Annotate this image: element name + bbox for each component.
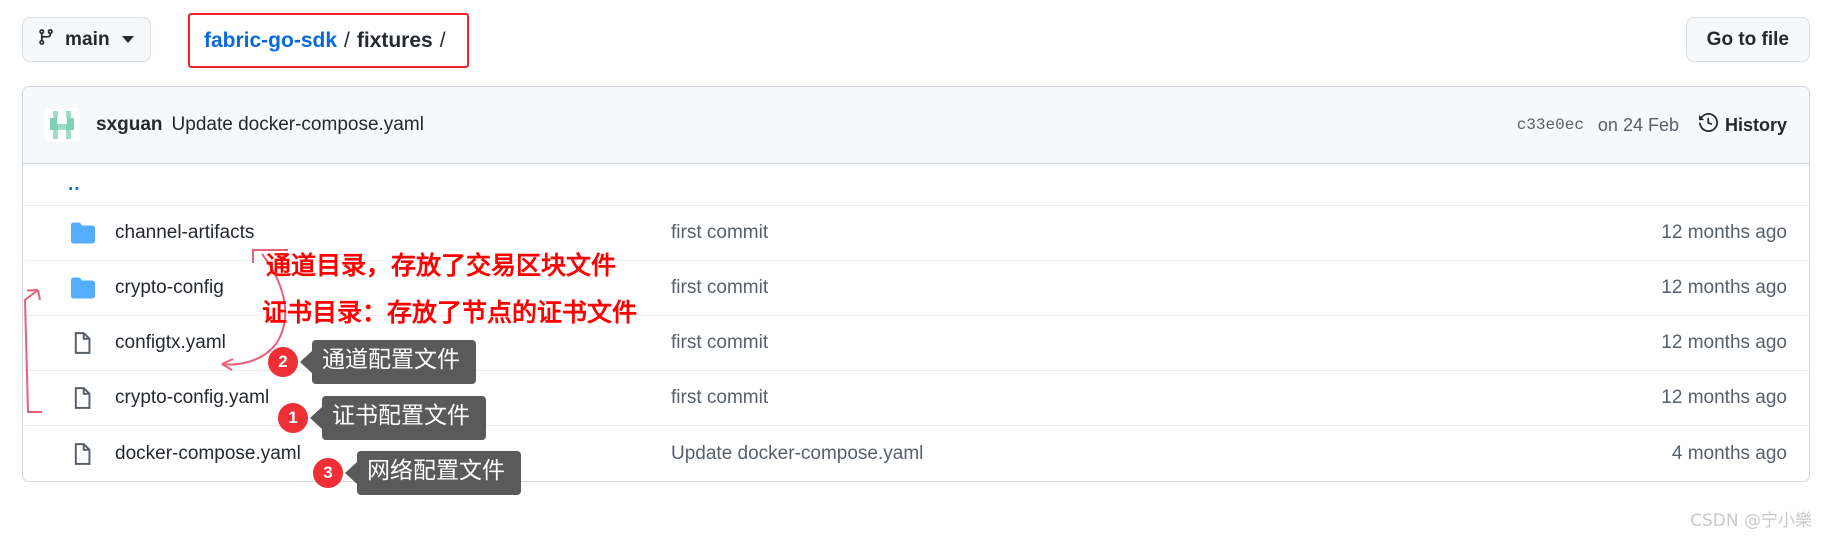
file-name-link[interactable]: channel-artifacts (115, 222, 254, 244)
parent-directory-row[interactable]: .. (23, 164, 1809, 206)
row-commit-message[interactable]: first commit (671, 332, 768, 354)
row-commit-message[interactable]: first commit (671, 277, 768, 299)
table-row[interactable]: crypto-config first commit 12 months ago (23, 261, 1809, 316)
table-row[interactable]: channel-artifacts first commit 12 months… (23, 206, 1809, 261)
table-row[interactable]: docker-compose.yaml Update docker-compos… (23, 426, 1809, 481)
chevron-down-icon (121, 36, 134, 43)
user-avatar[interactable] (45, 108, 79, 142)
row-commit-message[interactable]: first commit (671, 387, 768, 409)
commit-message[interactable]: Update docker-compose.yaml (172, 114, 424, 136)
row-age: 12 months ago (1661, 277, 1787, 298)
commit-sha[interactable]: c33e0ec (1517, 116, 1584, 134)
file-browser-panel: sxguan Update docker-compose.yaml c33e0e… (22, 86, 1810, 482)
parent-directory-link[interactable]: .. (68, 174, 81, 196)
commit-meta: c33e0ec on 24 Feb History (1517, 112, 1787, 137)
table-row[interactable]: crypto-config.yaml first commit 12 month… (23, 371, 1809, 426)
latest-commit-header: sxguan Update docker-compose.yaml c33e0e… (23, 87, 1809, 164)
breadcrumb-separator: / (344, 28, 350, 52)
history-label: History (1724, 114, 1787, 135)
file-name-link[interactable]: docker-compose.yaml (115, 443, 301, 465)
commit-date: on 24 Feb (1597, 114, 1679, 135)
row-age: 4 months ago (1671, 442, 1787, 464)
breadcrumb: fabric-go-sdk / fixtures / (188, 13, 469, 68)
row-commit-message[interactable]: first commit (671, 222, 768, 244)
history-link[interactable]: History (1698, 112, 1787, 137)
breadcrumb-trailing-separator: / (439, 28, 446, 52)
go-to-file-label: Go to file (1706, 28, 1789, 50)
row-age: 12 months ago (1661, 387, 1787, 408)
table-row[interactable]: configtx.yaml first commit 12 months ago (23, 316, 1809, 371)
history-clock-icon (1698, 112, 1718, 137)
repo-toolbar: main fabric-go-sdk / fixtures / Go to fi… (0, 0, 1832, 78)
folder-icon (68, 276, 98, 300)
folder-icon (68, 221, 98, 245)
file-name-link[interactable]: configtx.yaml (115, 332, 226, 354)
row-age: 12 months ago (1661, 332, 1787, 353)
row-commit-message[interactable]: Update docker-compose.yaml (671, 443, 923, 465)
breadcrumb-directory[interactable]: fixtures (357, 29, 433, 53)
breadcrumb-repo-link[interactable]: fabric-go-sdk (204, 29, 337, 53)
file-icon (68, 386, 98, 410)
commit-author-name[interactable]: sxguan (96, 114, 163, 136)
file-name-link[interactable]: crypto-config.yaml (115, 387, 269, 409)
csdn-watermark: CSDN @宁小樂 (1690, 511, 1812, 531)
git-branch-icon (37, 28, 55, 52)
github-file-browser-screen: main fabric-go-sdk / fixtures / Go to fi… (0, 0, 1832, 539)
file-icon (68, 442, 98, 466)
branch-name-label: main (65, 28, 110, 50)
file-name-link[interactable]: crypto-config (115, 277, 224, 299)
branch-selector-button[interactable]: main (22, 17, 151, 62)
go-to-file-button[interactable]: Go to file (1685, 17, 1810, 62)
file-icon (68, 331, 98, 355)
row-age: 12 months ago (1661, 222, 1787, 243)
